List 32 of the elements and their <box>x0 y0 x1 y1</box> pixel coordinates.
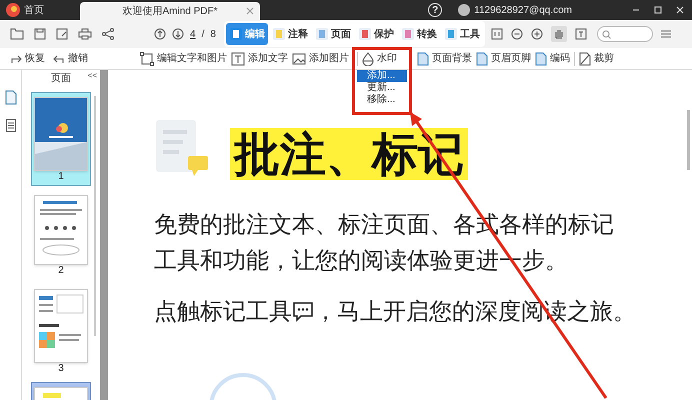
page-number: 1 <box>58 171 64 183</box>
sidebar-title: 页面 <box>51 72 71 86</box>
page-separator: / <box>202 28 204 42</box>
mode-tab[interactable]: 工具 <box>440 23 483 45</box>
mode-tab[interactable]: 注释 <box>268 23 311 45</box>
page-number: 3 <box>58 363 64 375</box>
menu-item[interactable]: 添加... <box>357 70 407 82</box>
mode-tab[interactable]: 保护 <box>354 23 397 45</box>
page-total: 8 <box>210 28 216 42</box>
tool-button[interactable]: 水印 <box>362 51 397 66</box>
document-line: 点触标记工具 <box>154 297 292 326</box>
tool-button[interactable]: 添加图片 <box>292 51 349 66</box>
page-thumbnail-item[interactable]: 1 <box>31 92 91 186</box>
tool-button[interactable]: 编码 <box>535 51 570 66</box>
tool-button[interactable]: 裁剪 <box>579 51 614 66</box>
menu-item[interactable]: 移除... <box>357 94 407 106</box>
document-tab[interactable]: 欢迎使用Amind PDF* <box>80 2 260 20</box>
mode-tab[interactable]: 页面 <box>312 23 354 45</box>
page-number-field[interactable]: 4 <box>190 26 196 42</box>
tool-button[interactable]: 页眉页脚 <box>476 51 531 66</box>
home-tab[interactable]: 首页 <box>0 0 50 20</box>
help-button[interactable]: ? <box>428 3 442 17</box>
tool-button[interactable]: 页面背景 <box>417 51 472 66</box>
menu-item[interactable]: 更新... <box>357 82 407 94</box>
tool-button[interactable]: 添加文字 <box>231 51 288 66</box>
collapse-button[interactable]: << <box>88 70 97 82</box>
page-number: 2 <box>58 265 64 277</box>
tool-button[interactable]: 编辑文字和图片 <box>140 51 227 66</box>
mode-tab[interactable]: 转换 <box>398 23 440 45</box>
undo-button[interactable]: 撤销 <box>53 51 88 66</box>
redo-button[interactable]: 恢复 <box>10 51 45 66</box>
account-email[interactable]: 1129628927@qq.com <box>474 2 572 18</box>
